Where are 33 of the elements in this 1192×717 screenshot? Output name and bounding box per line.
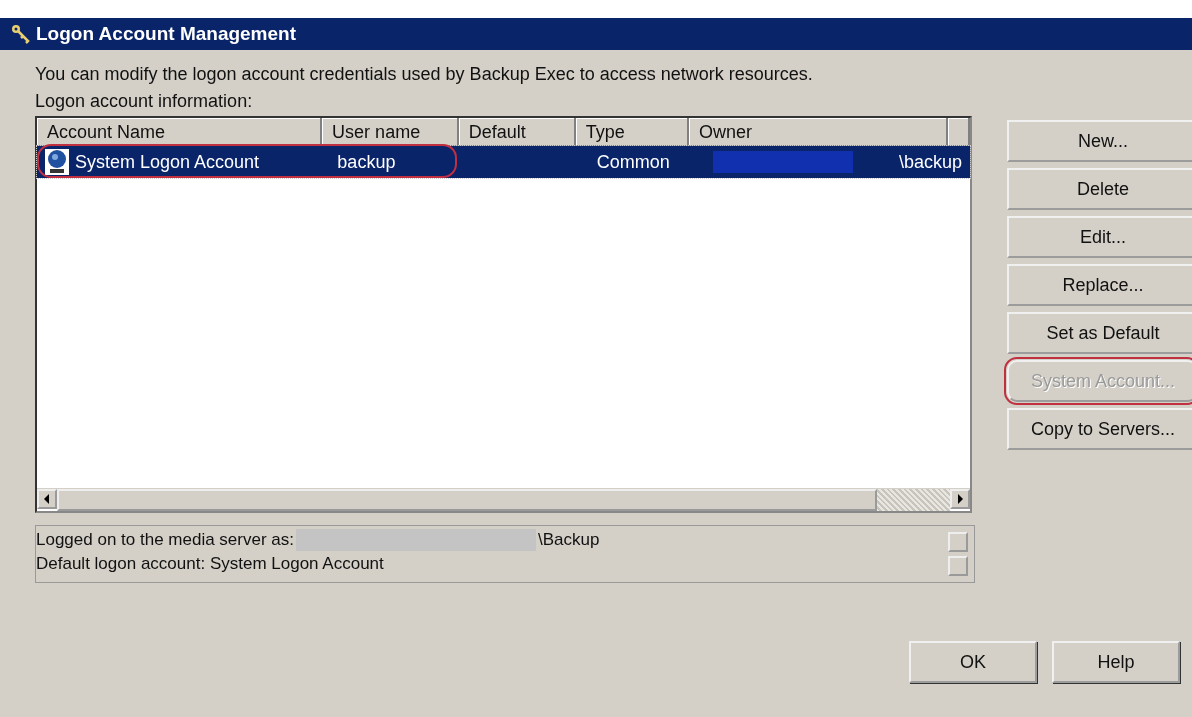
window-title: Logon Account Management — [36, 23, 297, 45]
table-cell-text: backup — [336, 151, 397, 173]
column-header[interactable]: Owner — [689, 118, 948, 146]
scroll-thumb[interactable] — [57, 489, 877, 511]
table-cell-text: Common — [595, 151, 671, 173]
dialog-button[interactable]: Edit... — [1007, 216, 1192, 258]
column-header[interactable]: Default — [458, 118, 576, 146]
column-header[interactable]: User name — [322, 118, 459, 146]
globe-user-icon — [45, 149, 69, 175]
dialog-button[interactable]: Replace... — [1007, 264, 1192, 306]
info-value: \Backup — [538, 530, 600, 550]
column-header[interactable]: Account Name — [37, 118, 323, 146]
keys-icon — [10, 23, 32, 45]
account-row[interactable]: System Logon Account backup Common \backup — [37, 146, 970, 178]
dialog-button[interactable]: Delete — [1007, 168, 1192, 210]
description-text: You can modify the logon account credentials used by Backup Exec to access network resources. — [35, 64, 814, 85]
dialog-button[interactable]: Copy to Servers... — [1007, 408, 1192, 450]
dialog-button[interactable]: New... — [1007, 120, 1192, 162]
info-text: Logged on to the media server as: — [36, 530, 294, 550]
column-header[interactable]: Type — [575, 118, 690, 146]
dialog-button[interactable]: Help — [1052, 641, 1180, 683]
scroll-right-button[interactable] — [950, 489, 970, 509]
info-text: Default logon account: System Logon Account — [36, 554, 384, 574]
dialog-button[interactable]: Set as Default — [1007, 312, 1192, 354]
scroll-up-button[interactable] — [948, 532, 968, 552]
scroll-left-button[interactable] — [37, 489, 57, 509]
dialog-button[interactable]: OK — [909, 641, 1037, 683]
table-cell: \backup — [704, 151, 970, 173]
scroll-down-button[interactable] — [948, 556, 968, 576]
left-arrow-icon — [43, 494, 51, 504]
right-arrow-icon — [956, 494, 964, 504]
table-cell: System Logon Account — [37, 149, 330, 175]
list-label: Logon account information: — [35, 91, 254, 112]
